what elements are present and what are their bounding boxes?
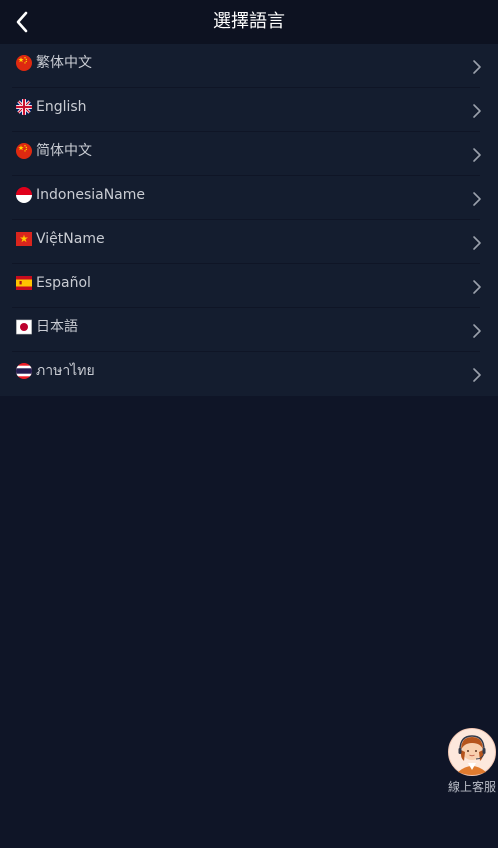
uk-flag-icon [16, 99, 32, 115]
vietnam-flag-icon [16, 231, 32, 247]
china-flag-icon [16, 143, 32, 159]
china-flag-icon [16, 55, 32, 71]
language-label: IndonesiaName [36, 187, 146, 203]
page-title: 選擇語言 [213, 11, 285, 32]
language-label: ภาษาไทย [36, 363, 95, 379]
top-bar: 選擇語言 [0, 0, 498, 44]
chevron-right-icon [472, 279, 482, 295]
language-item-zh-hant[interactable]: 繁体中文 [0, 44, 498, 88]
chevron-right-icon [472, 147, 482, 163]
language-list: 繁体中文 English 简体中文 IndonesiaName ViệtName… [0, 44, 498, 396]
language-item-ja[interactable]: 日本語 [0, 308, 498, 352]
chevron-right-icon [472, 59, 482, 75]
spain-flag-icon [16, 275, 32, 291]
language-item-id[interactable]: IndonesiaName [0, 176, 498, 220]
chevron-right-icon [472, 191, 482, 207]
chevron-right-icon [472, 367, 482, 383]
chevron-right-icon [472, 235, 482, 251]
language-item-zh-hans[interactable]: 简体中文 [0, 132, 498, 176]
language-item-es[interactable]: Español [0, 264, 498, 308]
language-label: Español [36, 275, 91, 291]
chevron-right-icon [472, 103, 482, 119]
indonesia-flag-icon [16, 187, 32, 203]
japan-flag-icon [16, 319, 32, 335]
language-item-vi[interactable]: ViệtName [0, 220, 498, 264]
support-agent-avatar-icon [448, 728, 496, 776]
language-label: 日本語 [36, 319, 78, 335]
language-item-en[interactable]: English [0, 88, 498, 132]
language-label: 简体中文 [36, 143, 92, 159]
language-label: 繁体中文 [36, 55, 92, 71]
language-label: English [36, 99, 87, 115]
language-item-th[interactable]: ภาษาไทย [0, 352, 498, 396]
language-label: ViệtName [36, 231, 105, 247]
thailand-flag-icon [16, 363, 32, 379]
customer-service-label: 線上客服 [447, 780, 496, 794]
chevron-right-icon [472, 323, 482, 339]
customer-service-button[interactable]: 線上客服 [446, 728, 498, 796]
